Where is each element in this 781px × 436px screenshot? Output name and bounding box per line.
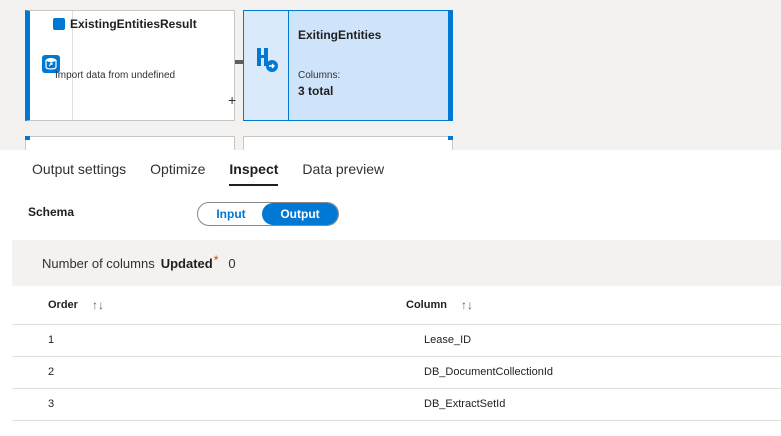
source-db-icon [53,18,65,30]
column-cell: DB_DocumentCollectionId [424,366,554,378]
schema-label: Schema [28,205,75,219]
schema-table: Order ↑↓ Column ↑↓ 1 Lease_ID 2 DB_Docum… [12,286,781,421]
tab-output-settings[interactable]: Output settings [32,161,126,177]
table-header: Order ↑↓ Column ↑↓ [12,286,781,325]
source-node-title: ExistingEntitiesResult [70,17,197,31]
column-cell: Lease_ID [424,334,472,346]
next-source-node-accent [25,136,30,140]
add-transform-button[interactable]: + [228,92,236,108]
input-toggle-button[interactable]: Input [198,203,264,225]
order-header-label: Order [48,299,78,311]
table-row[interactable]: 3 DB_ExtractSetId [12,389,781,421]
output-toggle-button[interactable]: Output [262,203,338,225]
column-header: Column ↑↓ [406,298,473,312]
sort-icon[interactable]: ↑↓ [461,298,473,312]
sink-node-edge [448,11,453,120]
updated-asterisk: * [213,253,219,267]
column-count-text: Number of columns Updated* 0 [42,253,236,271]
order-header: Order ↑↓ [48,298,104,312]
sink-columns-value: 3 total [298,84,334,98]
schema-toggle[interactable]: Input Output [197,202,339,226]
updated-label: Updated [160,256,213,271]
column-count-value: 0 [228,256,236,271]
tab-optimize[interactable]: Optimize [150,161,205,177]
sink-icon [255,46,279,74]
tab-inspect[interactable]: Inspect [229,161,279,186]
table-row[interactable]: 2 DB_DocumentCollectionId [12,357,781,389]
next-sink-node-accent [448,136,453,140]
order-cell: 2 [48,366,55,378]
sink-node-title: ExitingEntities [298,28,382,42]
table-row[interactable]: 1 Lease_ID [12,325,781,357]
source-node-subtitle: Import data from undefined [55,70,176,81]
column-cell: DB_ExtractSetId [424,398,506,410]
column-count-label: Number of columns [42,256,155,271]
next-sink-node-stub [243,136,453,150]
order-cell: 1 [48,334,55,346]
sink-columns-label: Columns: [298,70,341,81]
sort-icon[interactable]: ↑↓ [92,298,104,312]
column-count-band: Number of columns Updated* 0 [12,240,781,286]
order-cell: 3 [48,398,55,410]
column-header-label: Column [406,299,447,311]
source-node-icon-band [30,11,73,120]
next-source-node-stub [25,136,235,150]
tab-data-preview[interactable]: Data preview [302,161,384,177]
settings-tabs: Output settings Optimize Inspect Data pr… [0,150,781,188]
dataflow-canvas[interactable]: ExistingEntitiesResult Import data from … [0,0,781,150]
